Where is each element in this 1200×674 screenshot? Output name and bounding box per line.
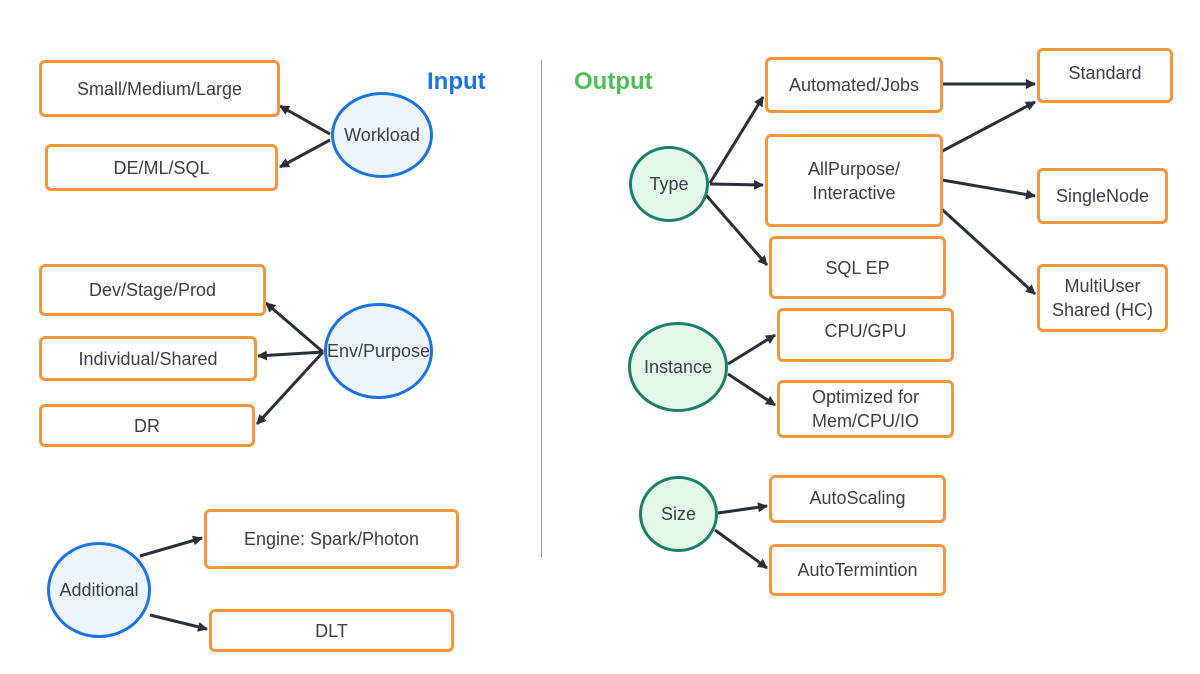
edge-workload-type [279, 138, 331, 169]
node-standard: Standard [1037, 48, 1173, 103]
edge-type-allpurpose [709, 179, 764, 190]
node-individual-shared: Individual/Shared [39, 336, 257, 381]
node-autotermination: AutoTermintion [769, 544, 946, 596]
edge-instance-optimized [727, 372, 776, 407]
edge-allpurpose-standard [932, 100, 1036, 158]
section-divider [541, 60, 542, 557]
edge-size-autotermination [714, 528, 768, 570]
node-optimized-mem-cpu-io: Optimized for Mem/CPU/IO [777, 380, 954, 438]
node-env-purpose: Env/Purpose [324, 303, 433, 399]
output-title: Output [574, 68, 653, 95]
node-dev-stage-prod: Dev/Stage/Prod [39, 264, 266, 316]
edge-allpurpose-singlenode [941, 178, 1036, 200]
node-sql-ep: SQL EP [769, 236, 946, 299]
node-additional: Additional [47, 542, 151, 638]
node-workload: Workload [331, 92, 433, 178]
node-autoscaling: AutoScaling [769, 475, 946, 523]
node-singlenode: SingleNode [1037, 168, 1168, 224]
edge-env-devstageprod [265, 301, 324, 354]
node-automated-jobs: Automated/Jobs [765, 57, 943, 113]
edge-type-jobs [708, 96, 765, 184]
node-de-ml-sql: DE/ML/SQL [45, 144, 278, 191]
edge-env-dr [255, 350, 325, 426]
edge-additional-dlt [149, 613, 208, 632]
edge-type-sqlep [704, 194, 769, 266]
edge-instance-cpugpu [727, 333, 776, 366]
node-cpu-gpu: CPU/GPU [777, 308, 954, 362]
edge-env-individualshared [257, 350, 324, 361]
edge-allpurpose-multiuser [933, 201, 1037, 296]
node-dlt: DLT [209, 609, 454, 652]
node-dr: DR [39, 404, 255, 447]
node-small-medium-large: Small/Medium/Large [39, 60, 280, 117]
input-title: Input [427, 68, 486, 95]
node-multiuser-shared: MultiUser Shared (HC) [1037, 264, 1168, 332]
node-type: Type [629, 146, 709, 222]
node-instance: Instance [628, 322, 728, 412]
node-allpurpose-interactive: AllPurpose/ Interactive [765, 134, 943, 227]
node-size: Size [639, 476, 718, 552]
edge-size-autoscaling [717, 502, 768, 515]
edge-workload-size [279, 104, 331, 136]
edge-additional-engine [139, 535, 203, 558]
node-engine-spark-photon: Engine: Spark/Photon [204, 509, 459, 569]
